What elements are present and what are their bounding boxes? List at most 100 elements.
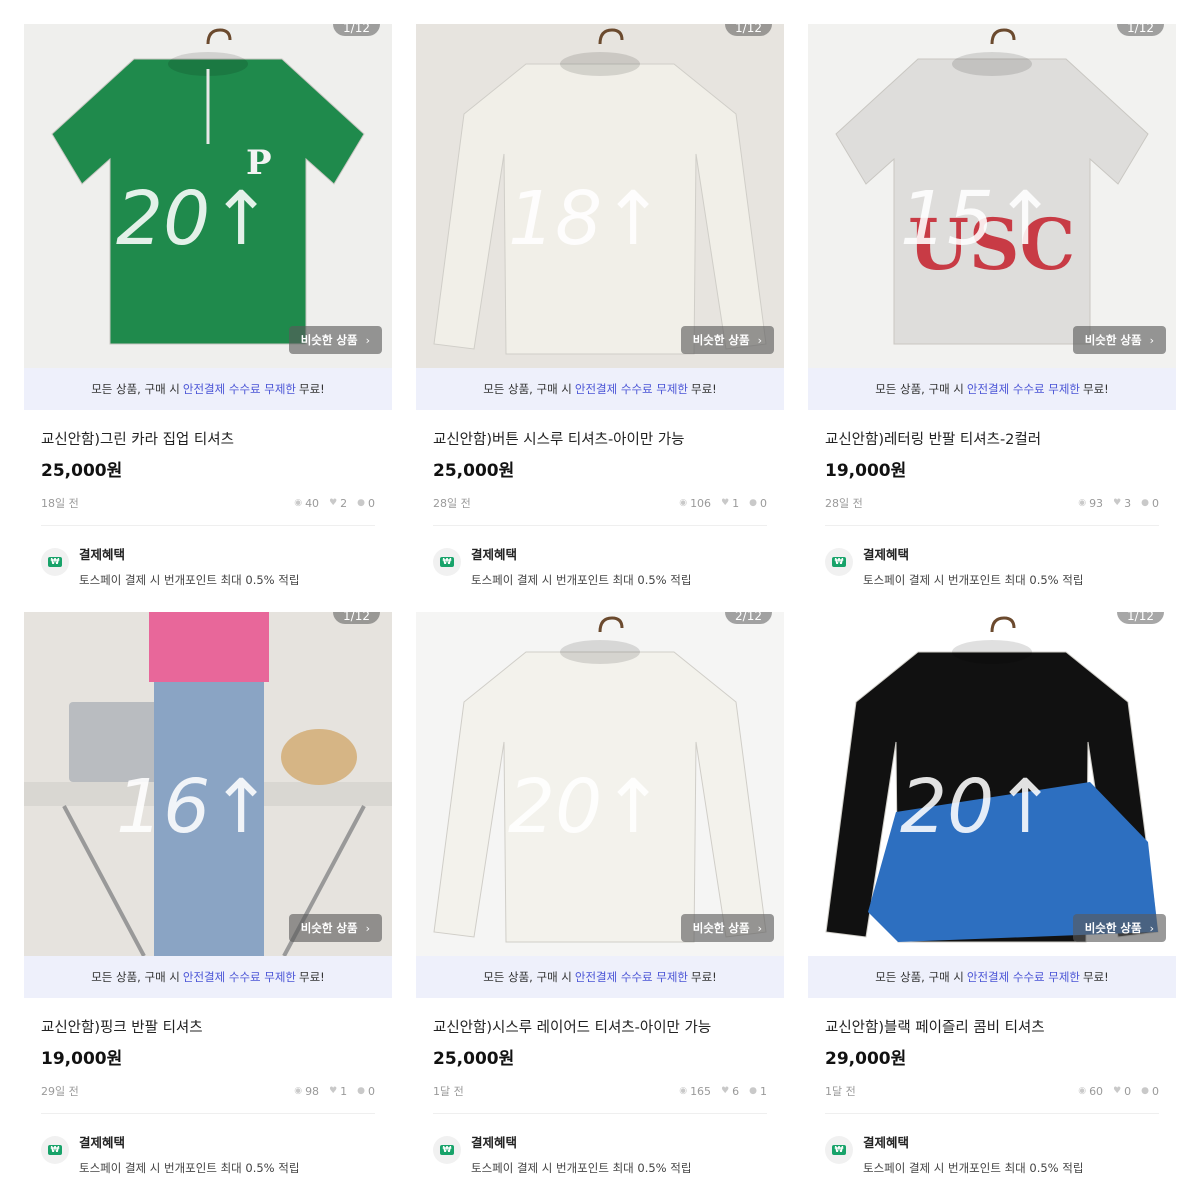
- watermark-text: 15↑: [900, 176, 1056, 262]
- watermark-text: 20↑: [900, 764, 1056, 850]
- posted-time: 28일 전: [825, 497, 863, 510]
- heart-icon: ♥: [329, 498, 338, 508]
- chat-count: ● 0: [1141, 1085, 1159, 1098]
- like-count-value: 0: [1124, 1084, 1132, 1098]
- product-photo[interactable]: P 20↑ 1/12 비슷한 상품 ›: [24, 24, 392, 368]
- product-photo[interactable]: 16↑ 1/12 비슷한 상품 ›: [24, 612, 392, 956]
- pay-logo-icon: ₩: [433, 548, 461, 576]
- pink-shirt: [149, 612, 269, 682]
- product-card[interactable]: 16↑ 1/12 비슷한 상품 › 모든 상품, 구매 시 안전결제 수수료 무…: [24, 612, 392, 1192]
- benefit-title: 결제혜택: [79, 1135, 126, 1150]
- view-count: ◉ 60: [1078, 1085, 1103, 1098]
- posted-time: 28일 전: [433, 497, 471, 510]
- chevron-right-icon: ›: [1149, 921, 1154, 935]
- image-counter: 1/12: [725, 24, 772, 36]
- chat-count-value: 0: [368, 1084, 375, 1098]
- like-count-value: 1: [732, 496, 740, 510]
- chat-count-value: 1: [760, 1084, 767, 1098]
- similar-products-label: 비슷한 상품: [1084, 333, 1142, 347]
- payment-benefit: ₩ 결제혜택 토스페이 결제 시 번개포인트 최대 0.5% 적립: [825, 544, 1176, 588]
- benefit-description: 토스페이 결제 시 번개포인트 최대 0.5% 적립: [79, 1161, 300, 1175]
- product-photo[interactable]: 20↑ 2/12 비슷한 상품 ›: [416, 612, 784, 956]
- product-title[interactable]: 교신안함)블랙 페이즐리 콤비 티셔츠: [825, 1016, 1176, 1037]
- watermark-text: 20↑: [508, 764, 664, 850]
- notice-highlight: 안전결제 수수료 무제한: [574, 382, 689, 396]
- product-card[interactable]: USC 15↑ 1/12 비슷한 상품 › 모든 상품, 구매 시 안전결제 수수…: [808, 24, 1176, 604]
- notice-suffix: 무료!: [1083, 970, 1109, 984]
- product-title[interactable]: 교신안함)시스루 레이어드 티셔츠-아이만 가능: [433, 1016, 784, 1037]
- product-title[interactable]: 교신안함)레터링 반팔 티셔츠-2컬러: [825, 428, 1176, 449]
- notice-prefix: 모든 상품, 구매 시: [91, 970, 180, 984]
- similar-products-label: 비슷한 상품: [300, 333, 358, 347]
- similar-products-button[interactable]: 비슷한 상품 ›: [680, 914, 774, 942]
- product-stats: ◉ 106 ♥ 1 ● 0: [679, 497, 767, 510]
- view-count: ◉ 93: [1078, 497, 1103, 510]
- view-count-value: 106: [690, 496, 712, 510]
- product-meta: 1달 전 ◉ 60 ♥ 0 ● 0: [825, 1083, 1159, 1099]
- view-count: ◉ 98: [294, 1085, 319, 1098]
- eye-icon: ◉: [1078, 1086, 1087, 1096]
- heart-icon: ♥: [1113, 498, 1122, 508]
- similar-products-button[interactable]: 비슷한 상품 ›: [1072, 914, 1166, 942]
- pay-logo-icon: ₩: [41, 1136, 69, 1164]
- product-image: 20↑: [808, 612, 1176, 956]
- view-count-value: 60: [1089, 1084, 1104, 1098]
- watermark-text: 16↑: [116, 764, 272, 850]
- similar-products-button[interactable]: 비슷한 상품 ›: [680, 326, 774, 354]
- eye-icon: ◉: [294, 498, 303, 508]
- view-count-value: 40: [305, 496, 320, 510]
- notice-prefix: 모든 상품, 구매 시: [483, 970, 572, 984]
- chevron-right-icon: ›: [757, 333, 762, 347]
- heart-icon: ♥: [1113, 1086, 1122, 1096]
- product-photo[interactable]: 18↑ 1/12 비슷한 상품 ›: [416, 24, 784, 368]
- payment-benefit: ₩ 결제혜택 토스페이 결제 시 번개포인트 최대 0.5% 적립: [433, 544, 784, 588]
- product-title[interactable]: 교신안함)버튼 시스루 티셔츠-아이만 가능: [433, 428, 784, 449]
- view-count: ◉ 106: [679, 497, 711, 510]
- product-title[interactable]: 교신안함)핑크 반팔 티셔츠: [41, 1016, 392, 1037]
- product-price: 29,000원: [825, 1049, 907, 1069]
- collar: [560, 640, 640, 664]
- image-counter: 2/12: [725, 612, 772, 624]
- similar-products-button[interactable]: 비슷한 상품 ›: [288, 914, 382, 942]
- product-photo[interactable]: USC 15↑ 1/12 비슷한 상품 ›: [808, 24, 1176, 368]
- benefit-title: 결제혜택: [471, 547, 518, 562]
- safe-payment-notice: 모든 상품, 구매 시 안전결제 수수료 무제한 무료!: [808, 956, 1176, 998]
- notice-suffix: 무료!: [691, 382, 717, 396]
- eye-icon: ◉: [294, 1086, 303, 1096]
- safe-payment-notice: 모든 상품, 구매 시 안전결제 수수료 무제한 무료!: [24, 956, 392, 998]
- image-counter: 1/12: [333, 24, 380, 36]
- chat-count: ● 0: [357, 1085, 375, 1098]
- divider: [433, 525, 767, 526]
- box: [281, 729, 357, 785]
- similar-products-label: 비슷한 상품: [692, 921, 750, 935]
- like-count: ♥ 1: [329, 1085, 347, 1098]
- similar-products-label: 비슷한 상품: [692, 333, 750, 347]
- eye-icon: ◉: [679, 1086, 688, 1096]
- image-counter: 1/12: [1117, 612, 1164, 624]
- product-image: 16↑: [24, 612, 392, 956]
- payment-benefit: ₩ 결제혜택 토스페이 결제 시 번개포인트 최대 0.5% 적립: [825, 1132, 1176, 1176]
- safe-payment-notice: 모든 상품, 구매 시 안전결제 수수료 무제한 무료!: [808, 368, 1176, 410]
- product-card[interactable]: 20↑ 1/12 비슷한 상품 › 모든 상품, 구매 시 안전결제 수수료 무…: [808, 612, 1176, 1192]
- product-stats: ◉ 40 ♥ 2 ● 0: [294, 497, 375, 510]
- product-meta: 28일 전 ◉ 106 ♥ 1 ● 0: [433, 495, 767, 511]
- notice-highlight: 안전결제 수수료 무제한: [182, 382, 297, 396]
- similar-products-button[interactable]: 비슷한 상품 ›: [1072, 326, 1166, 354]
- product-card[interactable]: 20↑ 2/12 비슷한 상품 › 모든 상품, 구매 시 안전결제 수수료 무…: [416, 612, 784, 1192]
- watermark-text: 20↑: [116, 176, 272, 262]
- product-title[interactable]: 교신안함)그린 카라 집업 티셔츠: [41, 428, 392, 449]
- similar-products-button[interactable]: 비슷한 상품 ›: [288, 326, 382, 354]
- product-price: 25,000원: [41, 461, 123, 481]
- product-price: 19,000원: [825, 461, 907, 481]
- divider: [41, 525, 375, 526]
- product-card[interactable]: 18↑ 1/12 비슷한 상품 › 모든 상품, 구매 시 안전결제 수수료 무…: [416, 24, 784, 604]
- product-photo[interactable]: 20↑ 1/12 비슷한 상품 ›: [808, 612, 1176, 956]
- view-count: ◉ 165: [679, 1085, 711, 1098]
- product-card[interactable]: P 20↑ 1/12 비슷한 상품 › 모든 상품, 구매 시 안전결제 수수료 …: [24, 24, 392, 604]
- posted-time: 29일 전: [41, 1085, 79, 1098]
- notice-prefix: 모든 상품, 구매 시: [483, 382, 572, 396]
- chat-icon: ●: [1141, 1086, 1149, 1096]
- notice-suffix: 무료!: [299, 382, 325, 396]
- posted-time: 1달 전: [825, 1085, 856, 1098]
- product-grid: P 20↑ 1/12 비슷한 상품 › 모든 상품, 구매 시 안전결제 수수료 …: [0, 0, 1200, 1200]
